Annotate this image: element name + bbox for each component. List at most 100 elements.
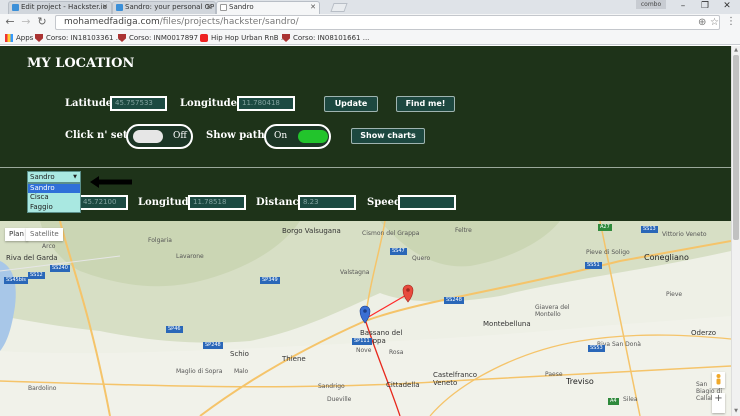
road-shield: A27 (598, 224, 612, 231)
toggle-state: Off (173, 131, 187, 141)
map-view[interactable]: Riva del Garda Arco Folgaria Lavarone Bo… (0, 221, 731, 416)
stats-longitude-label: Longitude (138, 197, 196, 208)
scroll-up-icon[interactable]: ▲ (732, 47, 740, 54)
bookmark-star-icon[interactable]: ☆ (710, 16, 719, 29)
click-n-set-toggle[interactable]: Off (126, 124, 193, 149)
address-path: /files/projects/hackster/sandro/ (159, 17, 299, 27)
show-charts-button[interactable]: Show charts (351, 128, 425, 144)
map-label: Borgo Valsugana (282, 227, 341, 235)
map-label: Thiene (282, 355, 306, 363)
page-title: MY LOCATION (27, 56, 135, 71)
map-label: Dueville (327, 396, 352, 403)
bookmark-corso-1[interactable]: Corso: IN18103361 ... (35, 33, 122, 43)
map-label: Conegliano (644, 253, 689, 262)
scrollbar-thumb[interactable] (733, 55, 739, 240)
menu-icon[interactable]: ⋮ (726, 16, 736, 27)
map-label: Cismon del Grappa (362, 230, 420, 237)
map-label: Pieve di Soligo (586, 249, 630, 256)
map-label: Schio (230, 350, 249, 358)
page-favicon-icon (220, 4, 227, 11)
browser-tab-bar: Edit project - Hackster.io ✕ Sandro: you… (0, 0, 740, 14)
update-button[interactable]: Update (324, 96, 378, 112)
map-label: Giavera del Montello (535, 304, 570, 318)
device-option-cisca[interactable]: Cisca (28, 193, 80, 202)
youtube-icon (200, 34, 208, 42)
tab-sandro-gps[interactable]: Sandro: your personal GP ✕ (112, 1, 216, 14)
current-longitude-field: 11.78518 (188, 195, 246, 210)
bookmark-apps[interactable]: Apps (5, 33, 33, 43)
road-shield: SS240 (50, 265, 70, 272)
latitude-input[interactable]: 45.757533 (110, 96, 167, 111)
forward-arrow-icon[interactable]: → (20, 16, 32, 28)
find-me-button[interactable]: Find me! (396, 96, 455, 112)
bookmark-corso-3[interactable]: Corso: IN08101661 ... (282, 33, 369, 43)
road-shield: SS248 (444, 297, 464, 304)
show-path-toggle[interactable]: On (264, 124, 331, 149)
road-shield: SS47 (390, 248, 407, 255)
new-tab-button[interactable] (330, 3, 348, 12)
map-type-satellite-button[interactable]: Satellite (26, 228, 63, 241)
device-options-list: Sandro Cisca Faggio (27, 183, 81, 213)
address-bar[interactable]: mohamedfadiga.com/files/projects/hackste… (55, 15, 720, 30)
device-select[interactable]: Sandro ▼ (27, 171, 81, 183)
maximize-icon[interactable]: ❐ (694, 0, 716, 12)
tab-title: Sandro: your personal GP (125, 3, 215, 11)
device-option-faggio[interactable]: Faggio (28, 203, 80, 212)
toggle-knob (298, 130, 328, 143)
close-icon[interactable]: ✕ (206, 2, 212, 13)
toggle-state: On (274, 131, 288, 141)
longitude-input[interactable]: 11.780418 (237, 96, 295, 111)
map-label: Feltre (455, 227, 472, 234)
address-host: mohamedfadiga.com (64, 17, 160, 27)
profile-button[interactable]: combo (636, 0, 666, 9)
street-view-pegman-icon[interactable] (712, 372, 725, 388)
map-label: Sandrigo (318, 383, 345, 390)
toggle-knob (133, 130, 163, 143)
click-n-set-label: Click n' set (65, 130, 128, 141)
apps-grid-icon (5, 34, 13, 42)
minimize-icon[interactable]: – (672, 0, 694, 12)
hackster-favicon-icon (116, 4, 123, 11)
close-icon[interactable]: ✕ (310, 2, 316, 13)
map-label: Bardolino (28, 385, 57, 392)
shield-icon (118, 34, 126, 42)
map-label: Oderzo (691, 329, 717, 337)
location-target-icon[interactable]: ⊕ (698, 16, 706, 29)
map-label: Montebelluna (483, 320, 531, 328)
tab-edit-project[interactable]: Edit project - Hackster.io ✕ (8, 1, 112, 14)
bookmarks-bar: Apps Corso: IN18103361 ... Corso: INM001… (0, 31, 740, 45)
tab-sandro[interactable]: Sandro ✕ (216, 1, 320, 14)
map-label: Pieve (666, 291, 683, 298)
device-option-sandro[interactable]: Sandro (28, 184, 80, 194)
map-label: Malo (234, 368, 249, 375)
dropdown-arrow-icon: ▼ (73, 174, 77, 180)
map-label: Valstagna (340, 269, 370, 276)
road-shield: SS53 (588, 345, 605, 352)
map-label: Lavarone (176, 253, 204, 260)
scroll-down-icon[interactable]: ▼ (732, 408, 740, 415)
map-label: Maglio di Sopra (176, 368, 223, 375)
map-type-plan-button[interactable]: Plan (5, 228, 28, 241)
pointer-arrow-icon (90, 176, 132, 188)
pegman-figure-icon (716, 374, 721, 385)
reload-icon[interactable]: ↻ (36, 16, 48, 28)
map-label: Folgaria (148, 237, 172, 244)
speed-field (398, 195, 456, 210)
road-shield: A4 (608, 398, 619, 405)
close-icon[interactable]: ✕ (102, 2, 108, 13)
map-label: Treviso (566, 377, 594, 386)
show-path-label: Show path (206, 130, 265, 141)
close-window-icon[interactable]: ✕ (716, 0, 738, 12)
latitude-label: Latitude (65, 98, 113, 109)
map-label: Cittadella (386, 381, 420, 389)
map-label: Vittorio Veneto (662, 231, 707, 238)
bookmark-corso-2[interactable]: Corso: INM0017897 ... (118, 33, 207, 43)
speed-label: Speed (367, 197, 401, 208)
shield-icon (35, 34, 43, 42)
zoom-in-button[interactable]: + (712, 393, 725, 413)
map-label: Silea (623, 396, 638, 403)
device-select-value: Sandro (30, 173, 55, 181)
road-shield: SP46 (166, 326, 183, 333)
back-arrow-icon[interactable]: ← (4, 16, 16, 28)
bookmark-hiphop[interactable]: Hip Hop Urban RnB ... (200, 33, 288, 43)
